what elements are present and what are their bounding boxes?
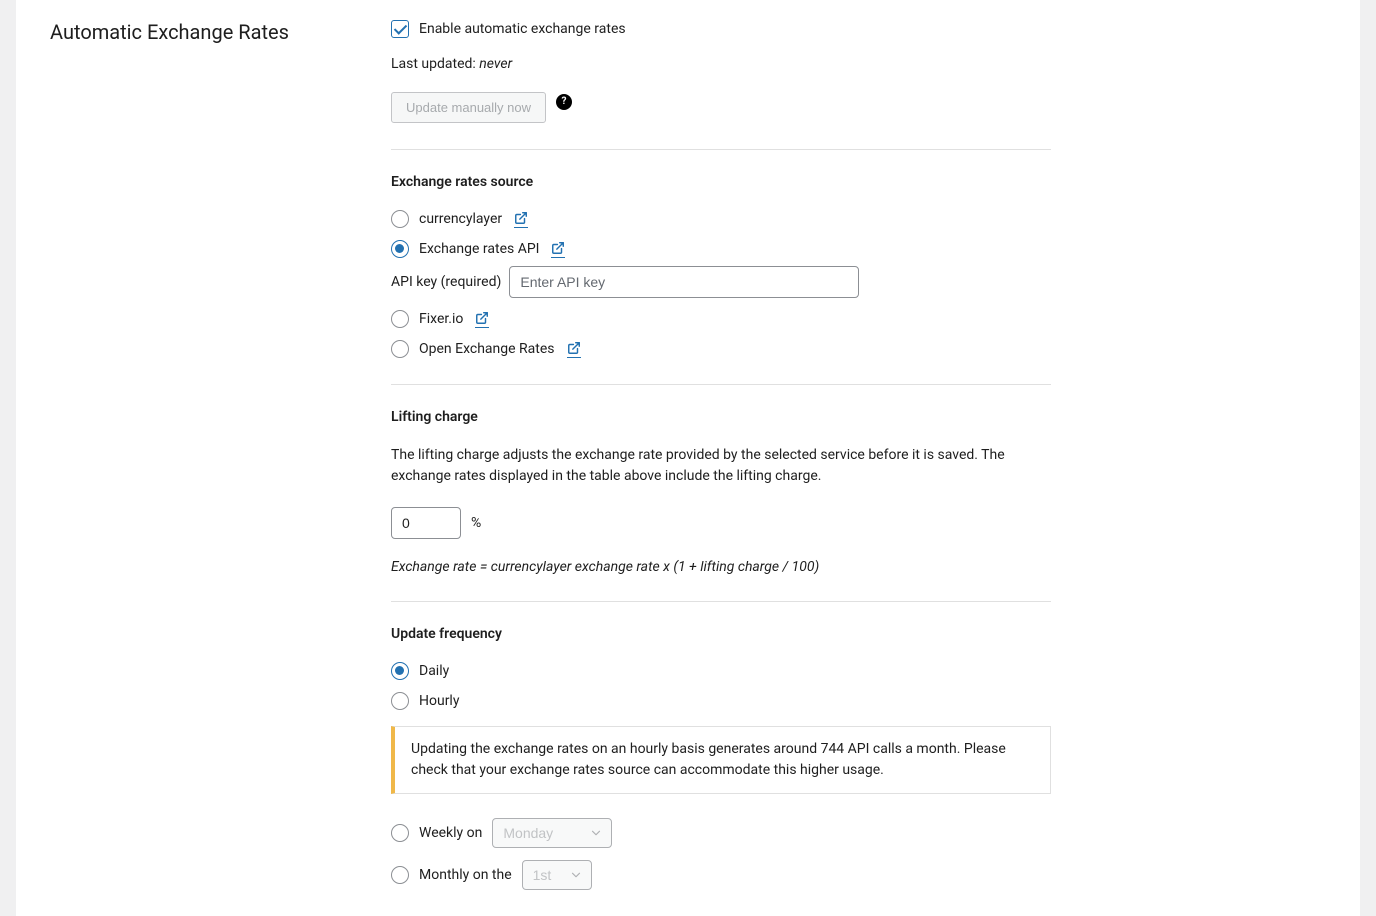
divider	[391, 149, 1051, 150]
enable-auto-exchange-checkbox[interactable]	[391, 20, 409, 38]
lifting-charge-unit: %	[471, 515, 481, 531]
update-manually-button[interactable]: Update manually now	[391, 92, 546, 123]
exchange-source-heading: Exchange rates source	[391, 174, 1051, 190]
divider	[391, 601, 1051, 602]
hourly-notice: Updating the exchange rates on an hourly…	[391, 726, 1051, 794]
monthly-day-select[interactable]: 1st	[522, 860, 592, 890]
last-updated-text: Last updated: never	[391, 56, 1051, 72]
source-currencylayer-radio[interactable]	[391, 210, 409, 228]
external-link-icon[interactable]	[514, 211, 528, 228]
frequency-monthly-label: Monthly on the	[419, 867, 512, 883]
frequency-monthly-radio[interactable]	[391, 866, 409, 884]
source-exchange-rates-api-label: Exchange rates API	[419, 241, 539, 257]
frequency-hourly-label: Hourly	[419, 693, 459, 709]
lifting-charge-description: The lifting charge adjusts the exchange …	[391, 445, 1051, 487]
lifting-charge-input[interactable]	[391, 507, 461, 539]
lifting-charge-formula: Exchange rate = currencylayer exchange r…	[391, 559, 1051, 575]
source-open-exchange-radio[interactable]	[391, 340, 409, 358]
enable-auto-exchange-label: Enable automatic exchange rates	[419, 21, 626, 37]
update-frequency-heading: Update frequency	[391, 626, 1051, 642]
external-link-icon[interactable]	[567, 341, 581, 358]
frequency-weekly-radio[interactable]	[391, 824, 409, 842]
weekly-day-select[interactable]: Monday	[492, 818, 612, 848]
section-title: Automatic Exchange Rates	[16, 20, 391, 44]
frequency-daily-radio[interactable]	[391, 662, 409, 680]
frequency-daily-label: Daily	[419, 663, 449, 679]
source-currencylayer-label: currencylayer	[419, 211, 502, 227]
divider	[391, 384, 1051, 385]
source-fixer-label: Fixer.io	[419, 311, 463, 327]
api-key-label: API key (required)	[391, 274, 501, 290]
external-link-icon[interactable]	[475, 311, 489, 328]
external-link-icon[interactable]	[551, 241, 565, 258]
source-fixer-radio[interactable]	[391, 310, 409, 328]
lifting-charge-heading: Lifting charge	[391, 409, 1051, 425]
api-key-input[interactable]	[509, 266, 859, 298]
frequency-weekly-label: Weekly on	[419, 825, 482, 841]
frequency-hourly-radio[interactable]	[391, 692, 409, 710]
help-icon[interactable]: ?	[556, 94, 572, 110]
source-exchange-rates-api-radio[interactable]	[391, 240, 409, 258]
source-open-exchange-label: Open Exchange Rates	[419, 341, 555, 357]
